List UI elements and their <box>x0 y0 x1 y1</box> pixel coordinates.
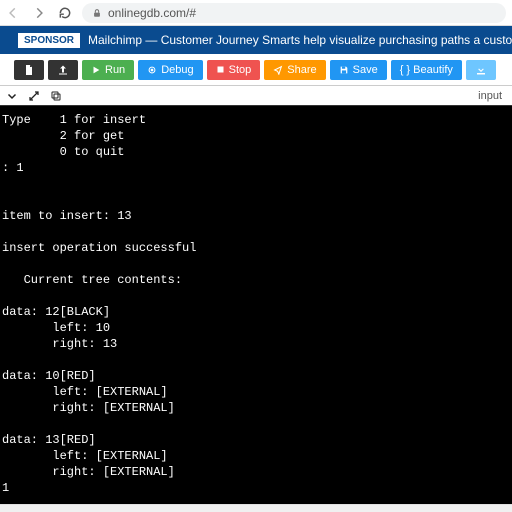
save-icon <box>339 65 349 75</box>
address-bar[interactable]: onlinegdb.com/# <box>82 3 506 23</box>
browser-nav-bar: onlinegdb.com/# <box>0 0 512 26</box>
url-text: onlinegdb.com/# <box>108 6 196 20</box>
console-mode-label: input <box>478 90 506 102</box>
copy-icon[interactable] <box>50 90 62 102</box>
chevron-down-icon[interactable] <box>6 90 18 102</box>
stop-label: Stop <box>229 64 252 76</box>
terminal-output[interactable]: Type 1 for insert 2 for get 0 to quit : … <box>0 106 512 504</box>
download-icon <box>475 64 487 76</box>
console-header: input <box>0 86 512 106</box>
banner-text: Mailchimp — Customer Journey Smarts help… <box>88 33 512 47</box>
stop-icon <box>216 65 225 74</box>
file-icon <box>23 63 35 77</box>
sponsor-banner[interactable]: SPONSOR Mailchimp — Customer Journey Sma… <box>0 26 512 54</box>
download-button[interactable] <box>466 60 496 80</box>
share-label: Share <box>287 64 316 76</box>
play-icon <box>91 65 101 75</box>
back-arrow-icon[interactable] <box>6 6 22 20</box>
lock-icon <box>92 7 102 19</box>
save-label: Save <box>353 64 378 76</box>
debug-button[interactable]: Debug <box>138 60 202 80</box>
upload-icon <box>57 63 69 77</box>
debug-label: Debug <box>161 64 193 76</box>
expand-icon[interactable] <box>28 90 40 102</box>
upload-button[interactable] <box>48 60 78 80</box>
sponsor-badge: SPONSOR <box>18 33 80 48</box>
run-button[interactable]: Run <box>82 60 134 80</box>
beautify-button[interactable]: { } Beautify <box>391 60 462 80</box>
debug-icon <box>147 65 157 75</box>
reload-icon[interactable] <box>58 6 72 20</box>
bottom-strip <box>0 504 512 512</box>
run-label: Run <box>105 64 125 76</box>
stop-button[interactable]: Stop <box>207 60 261 80</box>
toolbar: Run Debug Stop Share Save { } Beautify <box>0 54 512 86</box>
share-button[interactable]: Share <box>264 60 325 80</box>
beautify-label: { } Beautify <box>400 64 453 76</box>
share-icon <box>273 65 283 75</box>
forward-arrow-icon[interactable] <box>32 6 48 20</box>
save-button[interactable]: Save <box>330 60 387 80</box>
new-file-button[interactable] <box>14 60 44 80</box>
